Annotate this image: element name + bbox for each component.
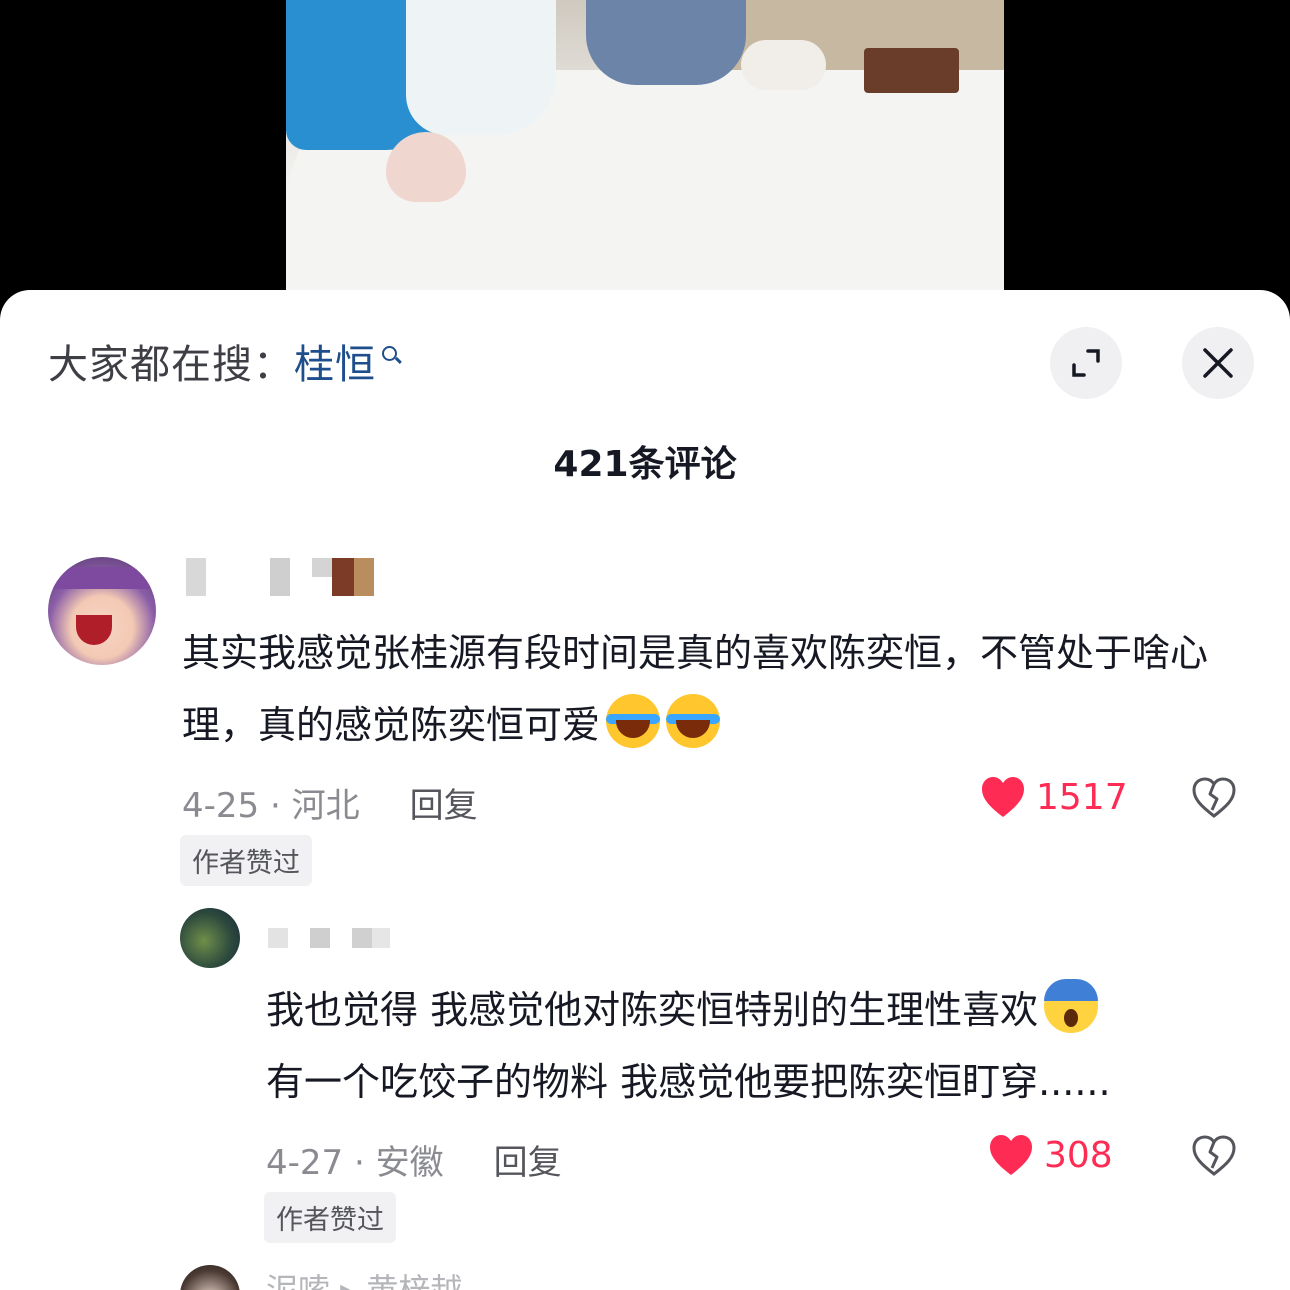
- search-icon: [380, 344, 402, 378]
- like-count: 308: [1044, 1134, 1113, 1176]
- mosaic-block: [270, 558, 290, 596]
- video-foot: [741, 40, 826, 90]
- avatar[interactable]: [180, 1265, 240, 1290]
- hot-search-prefix: 大家都在搜：: [48, 342, 294, 388]
- username-redacted[interactable]: [268, 928, 390, 948]
- mosaic-block: [310, 928, 330, 948]
- mosaic-block: [330, 928, 352, 948]
- like-button[interactable]: 308: [988, 1133, 1113, 1177]
- mosaic-block: [354, 558, 374, 596]
- avatar-hat: [48, 567, 156, 589]
- comment-date-location: 4-27 · 安徽: [266, 1143, 444, 1183]
- comment-text: 其实我感觉张桂源有段时间是真的喜欢陈奕恒，不管处于啥心理，真的感觉陈奕恒可爱: [182, 617, 1252, 761]
- comment-text: 我也觉得 我感觉他对陈奕恒特别的生理性喜欢 有一个吃饺子的物料 我感觉他要把陈奕…: [266, 974, 1256, 1118]
- video-box: [864, 48, 959, 93]
- close-icon: [1203, 348, 1233, 378]
- mosaic-block: [352, 928, 372, 948]
- comment-date-location: 4-25 · 河北: [182, 786, 360, 826]
- mosaic-block: [332, 558, 354, 596]
- comment-sheet: 大家都在搜： 桂恒 421条评论 其实我感觉张桂源有段时间是真的喜欢陈奕恒，不管…: [0, 290, 1290, 1290]
- expand-button[interactable]: [1050, 327, 1122, 399]
- comment-meta: 4-25 · 河北 回复: [182, 778, 478, 827]
- reply-button[interactable]: 回复: [410, 778, 478, 827]
- like-count: 1517: [1036, 776, 1128, 818]
- laughing-crying-emoji: [666, 694, 721, 748]
- comment-body-line2: 有一个吃饺子的物料 我感觉他要把陈奕恒盯穿......: [266, 1060, 1111, 1104]
- reply-button[interactable]: 回复: [494, 1135, 562, 1184]
- avatar[interactable]: [180, 908, 240, 968]
- expand-icon: [1072, 349, 1100, 377]
- hot-search-term[interactable]: 桂恒: [294, 332, 376, 390]
- next-comment-preview[interactable]: 泥嗦 ▸ 黄梓越: [266, 1265, 462, 1290]
- mosaic-block: [268, 928, 288, 948]
- heart-icon: [990, 1135, 1032, 1175]
- video-pajama: [406, 0, 556, 135]
- video-leg: [586, 0, 746, 85]
- mosaic-block: [288, 928, 310, 948]
- close-button[interactable]: [1182, 327, 1254, 399]
- username-redacted[interactable]: [186, 558, 374, 596]
- mosaic-block: [206, 558, 270, 596]
- like-button[interactable]: 1517: [980, 775, 1128, 819]
- author-liked-badge: 作者赞过: [180, 835, 312, 886]
- screaming-emoji: [1044, 979, 1099, 1033]
- mosaic-block: [372, 928, 390, 948]
- dislike-icon[interactable]: [1190, 774, 1238, 822]
- comment-body: 我也觉得 我感觉他对陈奕恒特别的生理性喜欢: [266, 988, 1039, 1032]
- mosaic-block: [186, 558, 206, 596]
- video-hand: [386, 132, 466, 202]
- comment-meta: 4-27 · 安徽 回复: [266, 1135, 562, 1184]
- video-frame[interactable]: [286, 0, 1004, 300]
- laughing-crying-emoji: [606, 694, 661, 748]
- video-player[interactable]: [0, 0, 1290, 300]
- author-liked-badge: 作者赞过: [264, 1192, 396, 1243]
- avatar-mouth: [76, 615, 112, 645]
- hot-search-bar[interactable]: 大家都在搜： 桂恒: [48, 332, 402, 390]
- mosaic-block: [290, 558, 312, 596]
- dislike-icon[interactable]: [1190, 1132, 1238, 1180]
- mosaic-block: [312, 558, 332, 577]
- avatar[interactable]: [48, 557, 156, 665]
- comment-count-title: 421条评论: [553, 444, 737, 485]
- heart-icon: [982, 777, 1024, 817]
